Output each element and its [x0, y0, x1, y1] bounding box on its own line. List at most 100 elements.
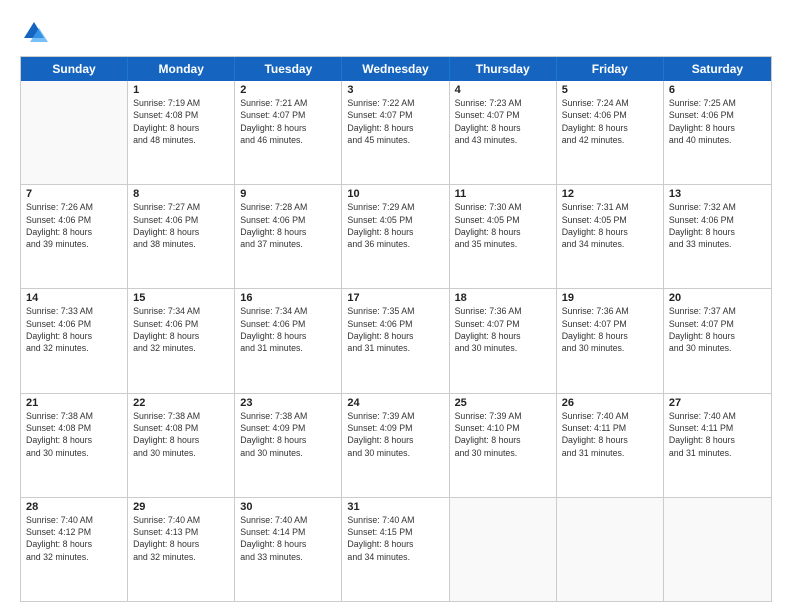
day-cell-14: 14Sunrise: 7:33 AMSunset: 4:06 PMDayligh…	[21, 289, 128, 392]
day-cell-empty	[557, 498, 664, 601]
day-info: Sunrise: 7:34 AMSunset: 4:06 PMDaylight:…	[240, 305, 336, 354]
day-info: Sunrise: 7:36 AMSunset: 4:07 PMDaylight:…	[562, 305, 658, 354]
day-number: 6	[669, 84, 766, 96]
day-number: 27	[669, 397, 766, 409]
day-cell-24: 24Sunrise: 7:39 AMSunset: 4:09 PMDayligh…	[342, 394, 449, 497]
calendar-row-3: 21Sunrise: 7:38 AMSunset: 4:08 PMDayligh…	[21, 393, 771, 497]
day-number: 13	[669, 188, 766, 200]
day-number: 30	[240, 501, 336, 513]
calendar-row-4: 28Sunrise: 7:40 AMSunset: 4:12 PMDayligh…	[21, 497, 771, 601]
day-number: 31	[347, 501, 443, 513]
day-cell-9: 9Sunrise: 7:28 AMSunset: 4:06 PMDaylight…	[235, 185, 342, 288]
day-number: 9	[240, 188, 336, 200]
weekday-header-thursday: Thursday	[450, 57, 557, 81]
day-number: 15	[133, 292, 229, 304]
day-cell-1: 1Sunrise: 7:19 AMSunset: 4:08 PMDaylight…	[128, 81, 235, 184]
day-info: Sunrise: 7:22 AMSunset: 4:07 PMDaylight:…	[347, 97, 443, 146]
day-info: Sunrise: 7:34 AMSunset: 4:06 PMDaylight:…	[133, 305, 229, 354]
day-number: 18	[455, 292, 551, 304]
day-info: Sunrise: 7:32 AMSunset: 4:06 PMDaylight:…	[669, 201, 766, 250]
day-number: 11	[455, 188, 551, 200]
day-number: 17	[347, 292, 443, 304]
day-info: Sunrise: 7:37 AMSunset: 4:07 PMDaylight:…	[669, 305, 766, 354]
page: SundayMondayTuesdayWednesdayThursdayFrid…	[0, 0, 792, 612]
day-info: Sunrise: 7:23 AMSunset: 4:07 PMDaylight:…	[455, 97, 551, 146]
day-info: Sunrise: 7:40 AMSunset: 4:12 PMDaylight:…	[26, 514, 122, 563]
day-cell-26: 26Sunrise: 7:40 AMSunset: 4:11 PMDayligh…	[557, 394, 664, 497]
day-cell-2: 2Sunrise: 7:21 AMSunset: 4:07 PMDaylight…	[235, 81, 342, 184]
weekday-header-monday: Monday	[128, 57, 235, 81]
day-info: Sunrise: 7:40 AMSunset: 4:11 PMDaylight:…	[562, 410, 658, 459]
logo-icon	[20, 18, 48, 46]
day-cell-30: 30Sunrise: 7:40 AMSunset: 4:14 PMDayligh…	[235, 498, 342, 601]
day-number: 20	[669, 292, 766, 304]
calendar-body: 1Sunrise: 7:19 AMSunset: 4:08 PMDaylight…	[21, 81, 771, 601]
day-cell-empty	[21, 81, 128, 184]
day-cell-27: 27Sunrise: 7:40 AMSunset: 4:11 PMDayligh…	[664, 394, 771, 497]
day-info: Sunrise: 7:28 AMSunset: 4:06 PMDaylight:…	[240, 201, 336, 250]
day-info: Sunrise: 7:36 AMSunset: 4:07 PMDaylight:…	[455, 305, 551, 354]
weekday-header-sunday: Sunday	[21, 57, 128, 81]
day-info: Sunrise: 7:30 AMSunset: 4:05 PMDaylight:…	[455, 201, 551, 250]
weekday-header-friday: Friday	[557, 57, 664, 81]
day-number: 12	[562, 188, 658, 200]
day-number: 23	[240, 397, 336, 409]
day-number: 8	[133, 188, 229, 200]
day-info: Sunrise: 7:29 AMSunset: 4:05 PMDaylight:…	[347, 201, 443, 250]
day-number: 2	[240, 84, 336, 96]
day-cell-15: 15Sunrise: 7:34 AMSunset: 4:06 PMDayligh…	[128, 289, 235, 392]
day-number: 19	[562, 292, 658, 304]
day-info: Sunrise: 7:24 AMSunset: 4:06 PMDaylight:…	[562, 97, 658, 146]
day-cell-4: 4Sunrise: 7:23 AMSunset: 4:07 PMDaylight…	[450, 81, 557, 184]
weekday-header-tuesday: Tuesday	[235, 57, 342, 81]
logo	[20, 18, 52, 46]
day-info: Sunrise: 7:39 AMSunset: 4:10 PMDaylight:…	[455, 410, 551, 459]
day-info: Sunrise: 7:38 AMSunset: 4:08 PMDaylight:…	[26, 410, 122, 459]
day-cell-22: 22Sunrise: 7:38 AMSunset: 4:08 PMDayligh…	[128, 394, 235, 497]
day-info: Sunrise: 7:40 AMSunset: 4:13 PMDaylight:…	[133, 514, 229, 563]
day-cell-12: 12Sunrise: 7:31 AMSunset: 4:05 PMDayligh…	[557, 185, 664, 288]
day-number: 1	[133, 84, 229, 96]
day-number: 10	[347, 188, 443, 200]
day-cell-empty	[450, 498, 557, 601]
day-info: Sunrise: 7:40 AMSunset: 4:11 PMDaylight:…	[669, 410, 766, 459]
day-cell-17: 17Sunrise: 7:35 AMSunset: 4:06 PMDayligh…	[342, 289, 449, 392]
calendar-row-2: 14Sunrise: 7:33 AMSunset: 4:06 PMDayligh…	[21, 288, 771, 392]
day-info: Sunrise: 7:40 AMSunset: 4:14 PMDaylight:…	[240, 514, 336, 563]
calendar: SundayMondayTuesdayWednesdayThursdayFrid…	[20, 56, 772, 602]
day-number: 25	[455, 397, 551, 409]
day-number: 29	[133, 501, 229, 513]
day-info: Sunrise: 7:27 AMSunset: 4:06 PMDaylight:…	[133, 201, 229, 250]
day-cell-5: 5Sunrise: 7:24 AMSunset: 4:06 PMDaylight…	[557, 81, 664, 184]
day-cell-3: 3Sunrise: 7:22 AMSunset: 4:07 PMDaylight…	[342, 81, 449, 184]
day-info: Sunrise: 7:25 AMSunset: 4:06 PMDaylight:…	[669, 97, 766, 146]
day-number: 24	[347, 397, 443, 409]
day-cell-empty	[664, 498, 771, 601]
day-info: Sunrise: 7:19 AMSunset: 4:08 PMDaylight:…	[133, 97, 229, 146]
day-info: Sunrise: 7:40 AMSunset: 4:15 PMDaylight:…	[347, 514, 443, 563]
day-cell-31: 31Sunrise: 7:40 AMSunset: 4:15 PMDayligh…	[342, 498, 449, 601]
day-number: 5	[562, 84, 658, 96]
day-cell-8: 8Sunrise: 7:27 AMSunset: 4:06 PMDaylight…	[128, 185, 235, 288]
day-number: 28	[26, 501, 122, 513]
day-number: 26	[562, 397, 658, 409]
day-cell-21: 21Sunrise: 7:38 AMSunset: 4:08 PMDayligh…	[21, 394, 128, 497]
day-info: Sunrise: 7:38 AMSunset: 4:08 PMDaylight:…	[133, 410, 229, 459]
day-info: Sunrise: 7:31 AMSunset: 4:05 PMDaylight:…	[562, 201, 658, 250]
day-number: 4	[455, 84, 551, 96]
calendar-row-1: 7Sunrise: 7:26 AMSunset: 4:06 PMDaylight…	[21, 184, 771, 288]
day-number: 3	[347, 84, 443, 96]
day-cell-20: 20Sunrise: 7:37 AMSunset: 4:07 PMDayligh…	[664, 289, 771, 392]
day-cell-11: 11Sunrise: 7:30 AMSunset: 4:05 PMDayligh…	[450, 185, 557, 288]
calendar-row-0: 1Sunrise: 7:19 AMSunset: 4:08 PMDaylight…	[21, 81, 771, 184]
day-number: 7	[26, 188, 122, 200]
day-cell-10: 10Sunrise: 7:29 AMSunset: 4:05 PMDayligh…	[342, 185, 449, 288]
weekday-header-wednesday: Wednesday	[342, 57, 449, 81]
day-info: Sunrise: 7:38 AMSunset: 4:09 PMDaylight:…	[240, 410, 336, 459]
day-info: Sunrise: 7:39 AMSunset: 4:09 PMDaylight:…	[347, 410, 443, 459]
day-cell-29: 29Sunrise: 7:40 AMSunset: 4:13 PMDayligh…	[128, 498, 235, 601]
day-cell-13: 13Sunrise: 7:32 AMSunset: 4:06 PMDayligh…	[664, 185, 771, 288]
day-cell-23: 23Sunrise: 7:38 AMSunset: 4:09 PMDayligh…	[235, 394, 342, 497]
day-cell-7: 7Sunrise: 7:26 AMSunset: 4:06 PMDaylight…	[21, 185, 128, 288]
day-number: 22	[133, 397, 229, 409]
